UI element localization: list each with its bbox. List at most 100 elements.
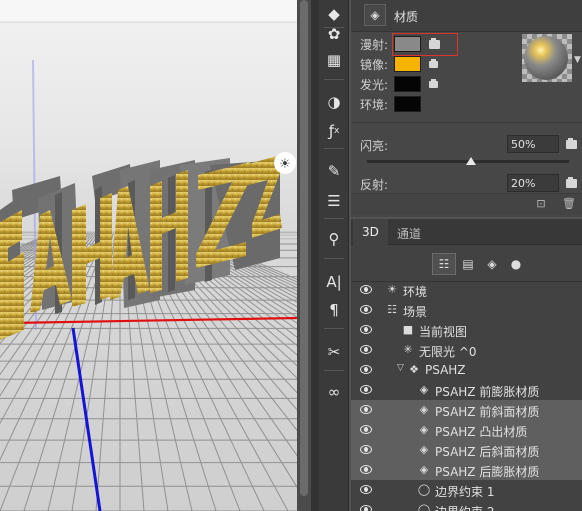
material-icon: ◈ [419, 462, 429, 476]
reflection-value-field[interactable]: 20% [507, 174, 559, 192]
ambient-color-swatch[interactable] [394, 96, 421, 112]
shine-texture-folder-icon[interactable] [566, 138, 577, 149]
illumination-row: 发光: [360, 76, 438, 92]
layer-row[interactable]: ☷ 场景 [351, 300, 582, 320]
grid-icon[interactable]: ▦ [322, 48, 346, 72]
tab-channels[interactable]: 通道 [388, 219, 430, 245]
panel-icon-toolbar: ◆ ✿ ▦ ◑ ƒx ✎ ☰ ⚲ A| ¶ ✂ ∞ [319, 0, 349, 511]
layer-name: 场景 [403, 305, 428, 319]
visibility-eye-icon[interactable] [360, 325, 372, 334]
reflection-label: 反射: [360, 178, 389, 192]
toolbar-separator [324, 218, 344, 219]
layer-row[interactable]: ◈ PSAHZ 后膨胀材质 [351, 460, 582, 480]
cc-libraries-icon[interactable]: ∞ [322, 380, 346, 404]
constraint-icon: ◯ [417, 502, 431, 511]
visibility-eye-icon[interactable] [360, 485, 372, 494]
panel-divider [311, 0, 319, 511]
illumination-color-swatch[interactable] [394, 76, 421, 92]
light-filter-icon[interactable]: ● [504, 253, 528, 275]
constraint-icon: ◯ [417, 482, 431, 496]
character-panel-icon[interactable]: ⚲ [322, 227, 346, 251]
layer-row[interactable]: ◈ PSAHZ 凸出材质 [351, 420, 582, 440]
scene-canvas[interactable]: ☀ [0, 0, 297, 511]
svg-text:☀: ☀ [279, 157, 291, 172]
material-picker-arrow-icon[interactable]: ▼ [574, 55, 581, 65]
layer-row[interactable]: ✳ 无限光 ^0 [351, 340, 582, 360]
visibility-eye-icon[interactable] [360, 445, 372, 454]
diffuse-label: 漫射: [360, 37, 389, 52]
layer-row[interactable]: ◯ 边界约束 1 [351, 480, 582, 500]
toolbar-separator [324, 148, 344, 149]
diffuse-highlight-box [392, 33, 458, 56]
shine-value-field[interactable]: 50% [507, 135, 559, 153]
material-icon[interactable]: ◈ [364, 4, 386, 26]
ambient-row: 环境: [360, 96, 421, 112]
material-icon: ◈ [419, 422, 429, 436]
toolbar-separator [324, 370, 344, 371]
layer-row[interactable]: ◈ PSAHZ 前斜面材质 [351, 400, 582, 420]
infinite-light-icon: ✳ [403, 342, 413, 356]
layer-name: PSAHZ 后斜面材质 [435, 445, 540, 459]
shine-slider-thumb[interactable] [466, 157, 476, 165]
3d-filter-bar: ☷ ▤ ◈ ● [351, 253, 582, 282]
environment-icon: ☀ [387, 282, 397, 296]
layer-name: PSAHZ 前斜面材质 [435, 405, 540, 419]
delete-icon[interactable]: 🗑 [562, 196, 576, 210]
visibility-eye-icon[interactable] [360, 285, 372, 294]
visibility-eye-icon[interactable] [360, 425, 372, 434]
specular-row: 镜像: [360, 56, 438, 72]
scene-filter-icon[interactable]: ☷ [432, 253, 456, 275]
new-item-icon[interactable]: ⊡ [534, 196, 548, 210]
layer-name: 边界约束 1 [435, 485, 495, 499]
properties-title: 材质 [394, 10, 419, 24]
expand-chevron-icon[interactable]: ▽ [397, 363, 404, 373]
layer-row[interactable]: ☀ 环境 [351, 280, 582, 300]
toolbar-separator [324, 258, 344, 259]
mesh-filter-icon[interactable]: ▤ [456, 253, 480, 275]
slider-icon[interactable]: ☰ [322, 189, 346, 213]
visibility-eye-icon[interactable] [360, 405, 372, 414]
tab-3d[interactable]: 3D [353, 219, 388, 245]
3d-panel-icon[interactable]: ✿ [322, 22, 346, 46]
layer-row[interactable]: ■ 当前视图 [351, 320, 582, 340]
paragraph-icon[interactable]: ¶ [322, 298, 346, 322]
visibility-eye-icon[interactable] [360, 385, 372, 394]
layer-row[interactable]: ▽ ❖ PSAHZ [351, 360, 582, 380]
layer-row[interactable]: ◈ PSAHZ 后斜面材质 [351, 440, 582, 460]
viewport-vertical-scrollbar[interactable] [297, 0, 311, 511]
material-filter-icon[interactable]: ◈ [480, 253, 504, 275]
material-preview-sphere[interactable] [522, 34, 572, 82]
material-icon: ◈ [419, 442, 429, 456]
specular-label: 镜像: [360, 57, 389, 72]
illumination-label: 发光: [360, 77, 389, 92]
tools-icon[interactable]: ✂ [322, 340, 346, 364]
layer-row[interactable]: ◯ 边界约束 2 [351, 500, 582, 511]
visibility-eye-icon[interactable] [360, 345, 372, 354]
layer-name: 边界约束 2 [435, 503, 494, 511]
layer-name: PSAHZ [425, 363, 466, 377]
visibility-eye-icon[interactable] [360, 505, 372, 511]
layer-name: PSAHZ 凸出材质 [435, 425, 528, 439]
scrollbar-thumb[interactable] [300, 0, 308, 496]
layer-row[interactable]: ◈ PSAHZ 前膨胀材质 [351, 380, 582, 400]
toolbar-separator [324, 328, 344, 329]
layer-name: 环境 [403, 285, 428, 299]
shine-row: 闪亮: 50% [360, 135, 577, 153]
fx-icon[interactable]: ƒx [322, 119, 346, 143]
visibility-eye-icon[interactable] [360, 305, 372, 314]
adjustments-icon[interactable]: ◑ [322, 90, 346, 114]
scene-icon: ☷ [387, 302, 397, 316]
camera-icon: ■ [402, 322, 414, 336]
layer-name: 当前视图 [419, 325, 468, 339]
properties-header: ◈ 材质 [351, 0, 582, 32]
visibility-eye-icon[interactable] [360, 465, 372, 474]
specular-color-swatch[interactable] [394, 56, 421, 72]
reflection-texture-folder-icon[interactable] [566, 177, 577, 188]
specular-texture-folder-icon[interactable] [429, 58, 438, 68]
visibility-eye-icon[interactable] [360, 365, 372, 374]
text-icon[interactable]: A| [322, 270, 346, 294]
3d-viewport[interactable]: ☀ [0, 0, 297, 511]
shine-label: 闪亮: [360, 139, 389, 153]
illumination-texture-folder-icon[interactable] [429, 78, 438, 88]
brush-settings-icon[interactable]: ✎ [322, 159, 346, 183]
